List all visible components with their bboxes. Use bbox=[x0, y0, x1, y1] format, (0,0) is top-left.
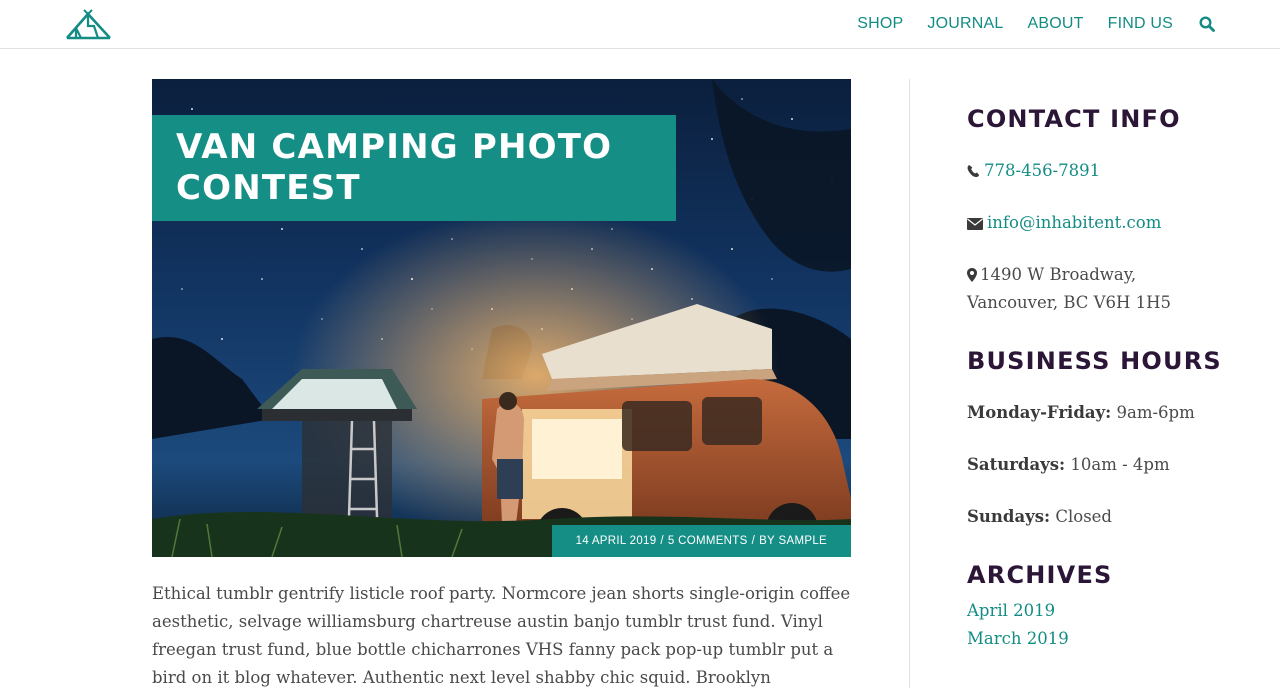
post-meta: 14 APRIL 2019 / 5 COMMENTS / BY SAMPLE bbox=[551, 525, 851, 557]
business-hours-heading: BUSINESS HOURS bbox=[967, 347, 1222, 375]
post-title[interactable]: VAN CAMPING PHOTO CONTEST bbox=[176, 127, 652, 209]
nav-shop[interactable]: SHOP bbox=[857, 15, 903, 33]
archive-link-march-2019[interactable]: March 2019 bbox=[967, 629, 1069, 648]
post-excerpt: Ethical tumblr gentrify listicle roof pa… bbox=[152, 584, 851, 687]
hours-time: 10am - 4pm bbox=[1070, 455, 1170, 474]
post-date: 14 APRIL 2019 bbox=[575, 535, 657, 547]
hours-day: Monday-Friday: bbox=[967, 403, 1112, 422]
hours-time: Closed bbox=[1055, 507, 1112, 526]
map-marker-icon bbox=[967, 268, 977, 282]
contact-phone: 778-456-7891 bbox=[967, 157, 1100, 185]
address-city: Vancouver, BC V6H 1H5 bbox=[967, 293, 1172, 312]
post-title-box: VAN CAMPING PHOTO CONTEST bbox=[152, 115, 676, 221]
archives-heading: ARCHIVES bbox=[967, 561, 1113, 589]
address-street: 1490 W Broadway, bbox=[980, 265, 1137, 284]
main-nav: SHOP JOURNAL ABOUT FIND US bbox=[857, 0, 1280, 48]
contact-email: info@inhabitent.com bbox=[967, 209, 1161, 237]
hours-row: Monday-Friday: 9am-6pm bbox=[967, 399, 1195, 427]
nav-about[interactable]: ABOUT bbox=[1027, 15, 1083, 33]
tent-logo[interactable] bbox=[64, 8, 114, 40]
archive-item: April 2019 bbox=[967, 597, 1055, 625]
hours-row: Sundays: Closed bbox=[967, 503, 1112, 531]
site-header: SHOP JOURNAL ABOUT FIND US bbox=[0, 0, 1280, 49]
archive-item: March 2019 bbox=[967, 625, 1069, 653]
contact-address-line1: 1490 W Broadway, bbox=[967, 261, 1136, 289]
contact-info-heading: CONTACT INFO bbox=[967, 105, 1181, 133]
hours-day: Saturdays: bbox=[967, 455, 1066, 474]
search-icon[interactable] bbox=[1199, 16, 1215, 32]
email-link[interactable]: info@inhabitent.com bbox=[987, 213, 1161, 232]
hours-row: Saturdays: 10am - 4pm bbox=[967, 451, 1170, 479]
meta-separator: / bbox=[660, 535, 664, 547]
hours-day: Sundays: bbox=[967, 507, 1051, 526]
post-comments-link[interactable]: 5 COMMENTS bbox=[668, 535, 748, 547]
post-by-label: BY bbox=[759, 535, 776, 547]
meta-separator: / bbox=[751, 535, 756, 547]
archive-link-april-2019[interactable]: April 2019 bbox=[967, 601, 1055, 620]
post-hero-image[interactable]: VAN CAMPING PHOTO CONTEST 14 APRIL 2019 … bbox=[152, 79, 851, 557]
phone-link[interactable]: 778-456-7891 bbox=[984, 161, 1100, 180]
hours-time: 9am-6pm bbox=[1116, 403, 1195, 422]
post-author-link[interactable]: SAMPLE bbox=[779, 535, 827, 547]
sidebar-divider bbox=[909, 79, 910, 688]
nav-find-us[interactable]: FIND US bbox=[1108, 15, 1173, 33]
nav-journal[interactable]: JOURNAL bbox=[927, 15, 1003, 33]
envelope-icon bbox=[967, 218, 983, 230]
phone-icon bbox=[967, 165, 979, 177]
